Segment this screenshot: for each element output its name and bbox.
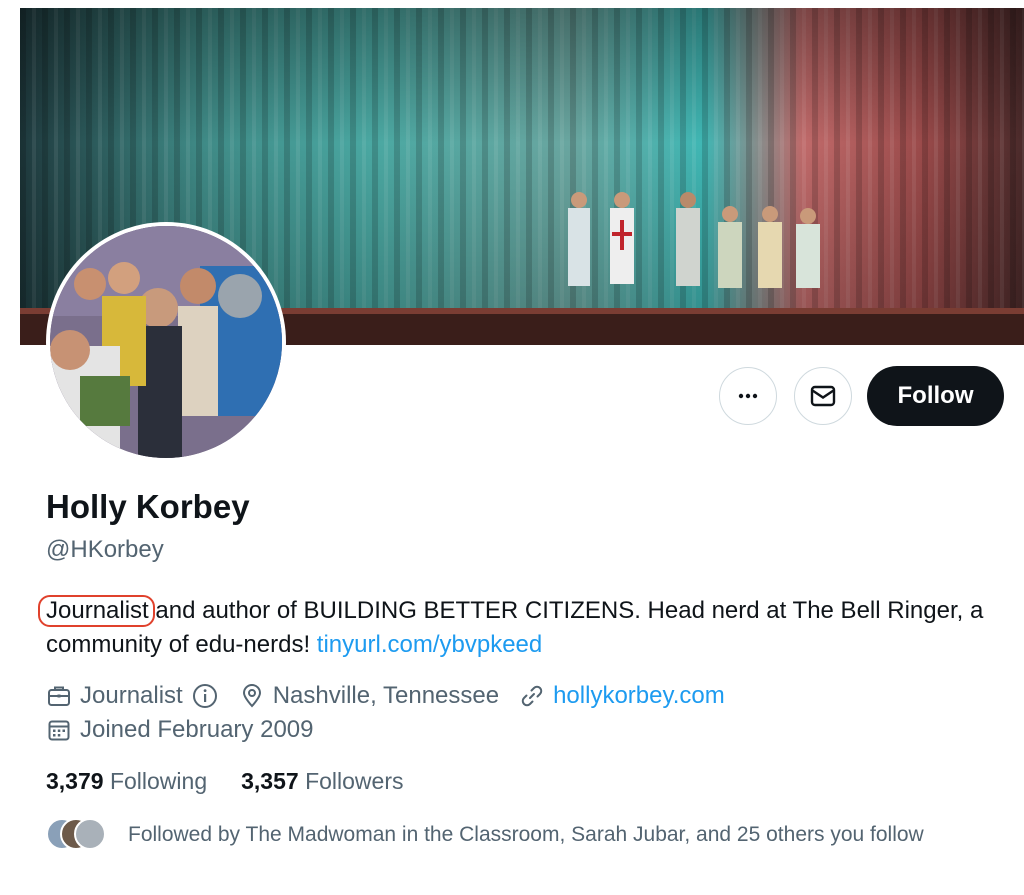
following-count: 3,379 (46, 768, 104, 794)
more-options-button[interactable] (719, 367, 777, 425)
bio-highlight-text: Journalist (46, 597, 149, 624)
joined-item: Joined February 2009 (46, 716, 313, 744)
avatar-photo (50, 226, 282, 458)
followed-by-text: Followed by The Madwoman in the Classroo… (128, 823, 924, 846)
bio-link[interactable]: tinyurl.com/ybvpkeed (317, 631, 542, 658)
location-item: Nashville, Tennessee (239, 682, 499, 710)
profile-meta-row: Journalist Nashville, Tennessee hollykor… (46, 682, 745, 710)
profile-meta-row-joined: Joined February 2009 (46, 716, 333, 744)
location-pin-icon (242, 684, 261, 708)
following-label: Following (109, 768, 208, 794)
profile-bio: Journalist and author of BUILDING BETTER… (38, 594, 986, 662)
profession-item: Journalist (46, 682, 219, 710)
calendar-icon (48, 720, 70, 741)
mail-icon (810, 385, 836, 407)
profile-stats: 3,379 Following 3,357 Followers (46, 768, 437, 795)
follow-button[interactable]: Follow (867, 366, 1004, 426)
website-link[interactable]: hollykorbey.com (553, 682, 725, 710)
info-icon[interactable] (191, 682, 219, 710)
left-gutter (0, 0, 20, 895)
website-item: hollykorbey.com (519, 682, 725, 710)
more-icon (738, 393, 758, 399)
location-text: Nashville, Tennessee (272, 682, 500, 709)
profile-avatar[interactable] (46, 222, 286, 462)
followers-count: 3,357 (241, 768, 299, 794)
link-icon (521, 685, 543, 707)
profile-page: Follow Holly Korbey @HKorbey Journalist … (0, 0, 1024, 895)
follower-avatar (74, 818, 106, 850)
followers-label: Followers (305, 768, 404, 794)
briefcase-icon (48, 686, 70, 706)
profile-handle: @HKorbey (46, 536, 164, 563)
profile-name: Holly Korbey (46, 488, 250, 525)
followers-stat[interactable]: 3,357 Followers (241, 768, 403, 795)
profession-text: Journalist (80, 682, 183, 709)
message-button[interactable] (794, 367, 852, 425)
joined-text: Joined February 2009 (80, 716, 314, 743)
bio-highlighted-word: Journalist (38, 594, 155, 628)
followed-by-avatars (46, 818, 108, 852)
followed-by[interactable]: Followed by The Madwoman in the Classroo… (46, 818, 924, 852)
following-stat[interactable]: 3,379 Following (46, 768, 207, 795)
